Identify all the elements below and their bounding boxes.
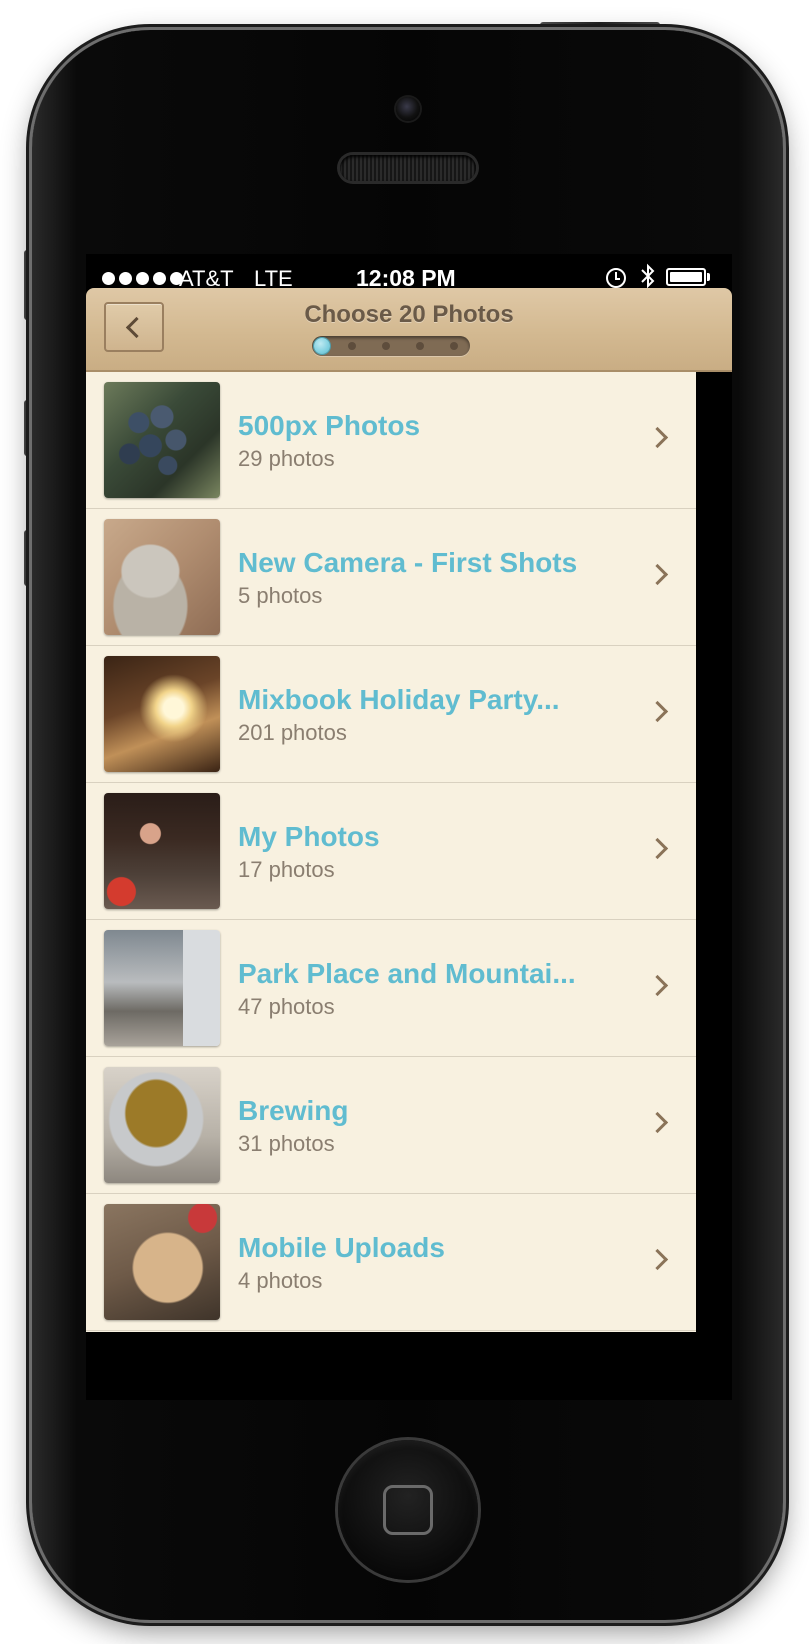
album-row[interactable]: Mobile Uploads 4 photos (86, 1194, 696, 1331)
signal-dot (102, 272, 115, 285)
progress-step-4 (416, 342, 424, 350)
album-photo-count: 17 photos (238, 857, 335, 882)
album-name: My Photos (238, 821, 380, 852)
back-button[interactable] (104, 302, 164, 352)
album-thumbnail (104, 656, 220, 772)
alarm-icon (606, 268, 626, 288)
step-progress-indicator (312, 336, 470, 356)
album-row[interactable]: 500px Photos 29 photos (86, 372, 696, 509)
album-name: Brewing (238, 1095, 349, 1126)
album-name: Mobile Uploads (238, 1232, 445, 1263)
album-photo-count: 5 photos (238, 583, 323, 608)
album-row[interactable]: My Photos 17 photos (86, 783, 696, 920)
front-camera (396, 97, 420, 121)
album-photo-count: 4 photos (238, 1268, 323, 1293)
chevron-right-icon (646, 1111, 669, 1134)
album-thumbnail (104, 519, 220, 635)
chevron-right-icon (646, 426, 669, 449)
album-name: 500px Photos (238, 410, 421, 441)
album-row[interactable]: New Camera - First Shots 5 photos (86, 509, 696, 646)
album-name: Mixbook Holiday Party... (238, 684, 560, 715)
home-button[interactable] (338, 1440, 478, 1580)
album-name: New Camera - First Shots (238, 547, 578, 578)
album-thumbnail (104, 930, 220, 1046)
album-thumbnail (104, 793, 220, 909)
screen-edge (696, 372, 732, 1332)
battery-level (670, 272, 702, 282)
earpiece-speaker (340, 155, 476, 181)
album-photo-count: 31 photos (238, 1131, 335, 1156)
album-photo-count: 29 photos (238, 446, 335, 471)
album-thumbnail (104, 1204, 220, 1320)
album-row[interactable]: Mixbook Holiday Party... 201 photos (86, 646, 696, 783)
chevron-right-icon (646, 1248, 669, 1271)
progress-step-2 (348, 342, 356, 350)
progress-step-current (314, 338, 330, 354)
chevron-right-icon (646, 700, 669, 723)
bluetooth-icon (641, 263, 655, 289)
battery-icon (666, 268, 706, 286)
progress-step-5 (450, 342, 458, 350)
signal-dot (136, 272, 149, 285)
album-thumbnail (104, 382, 220, 498)
album-row[interactable]: Park Place and Mountai... 47 photos (86, 920, 696, 1057)
signal-strength-icon (102, 272, 183, 285)
album-thumbnail (104, 1067, 220, 1183)
battery-tip (707, 273, 710, 281)
album-name: Park Place and Mountai... (238, 958, 576, 989)
progress-step-3 (382, 342, 390, 350)
album-photo-count: 47 photos (238, 994, 335, 1019)
chevron-right-icon (646, 974, 669, 997)
chevron-right-icon (646, 837, 669, 860)
chevron-right-icon (646, 563, 669, 586)
album-row[interactable]: Brewing 31 photos (86, 1057, 696, 1194)
signal-dot (119, 272, 132, 285)
page-title: Choose 20 Photos (304, 301, 514, 328)
chevron-left-icon (125, 316, 148, 339)
screen: AT&T LTE 12:08 PM Choose 20 Photos 500px… (86, 254, 732, 1400)
signal-dot (153, 272, 166, 285)
album-list[interactable]: 500px Photos 29 photos New Camera - Firs… (86, 372, 696, 1332)
album-photo-count: 201 photos (238, 720, 347, 745)
home-square-icon (383, 1485, 433, 1535)
navigation-bar: Choose 20 Photos (86, 288, 732, 372)
device-mockup: AT&T LTE 12:08 PM Choose 20 Photos 500px… (0, 0, 809, 1644)
